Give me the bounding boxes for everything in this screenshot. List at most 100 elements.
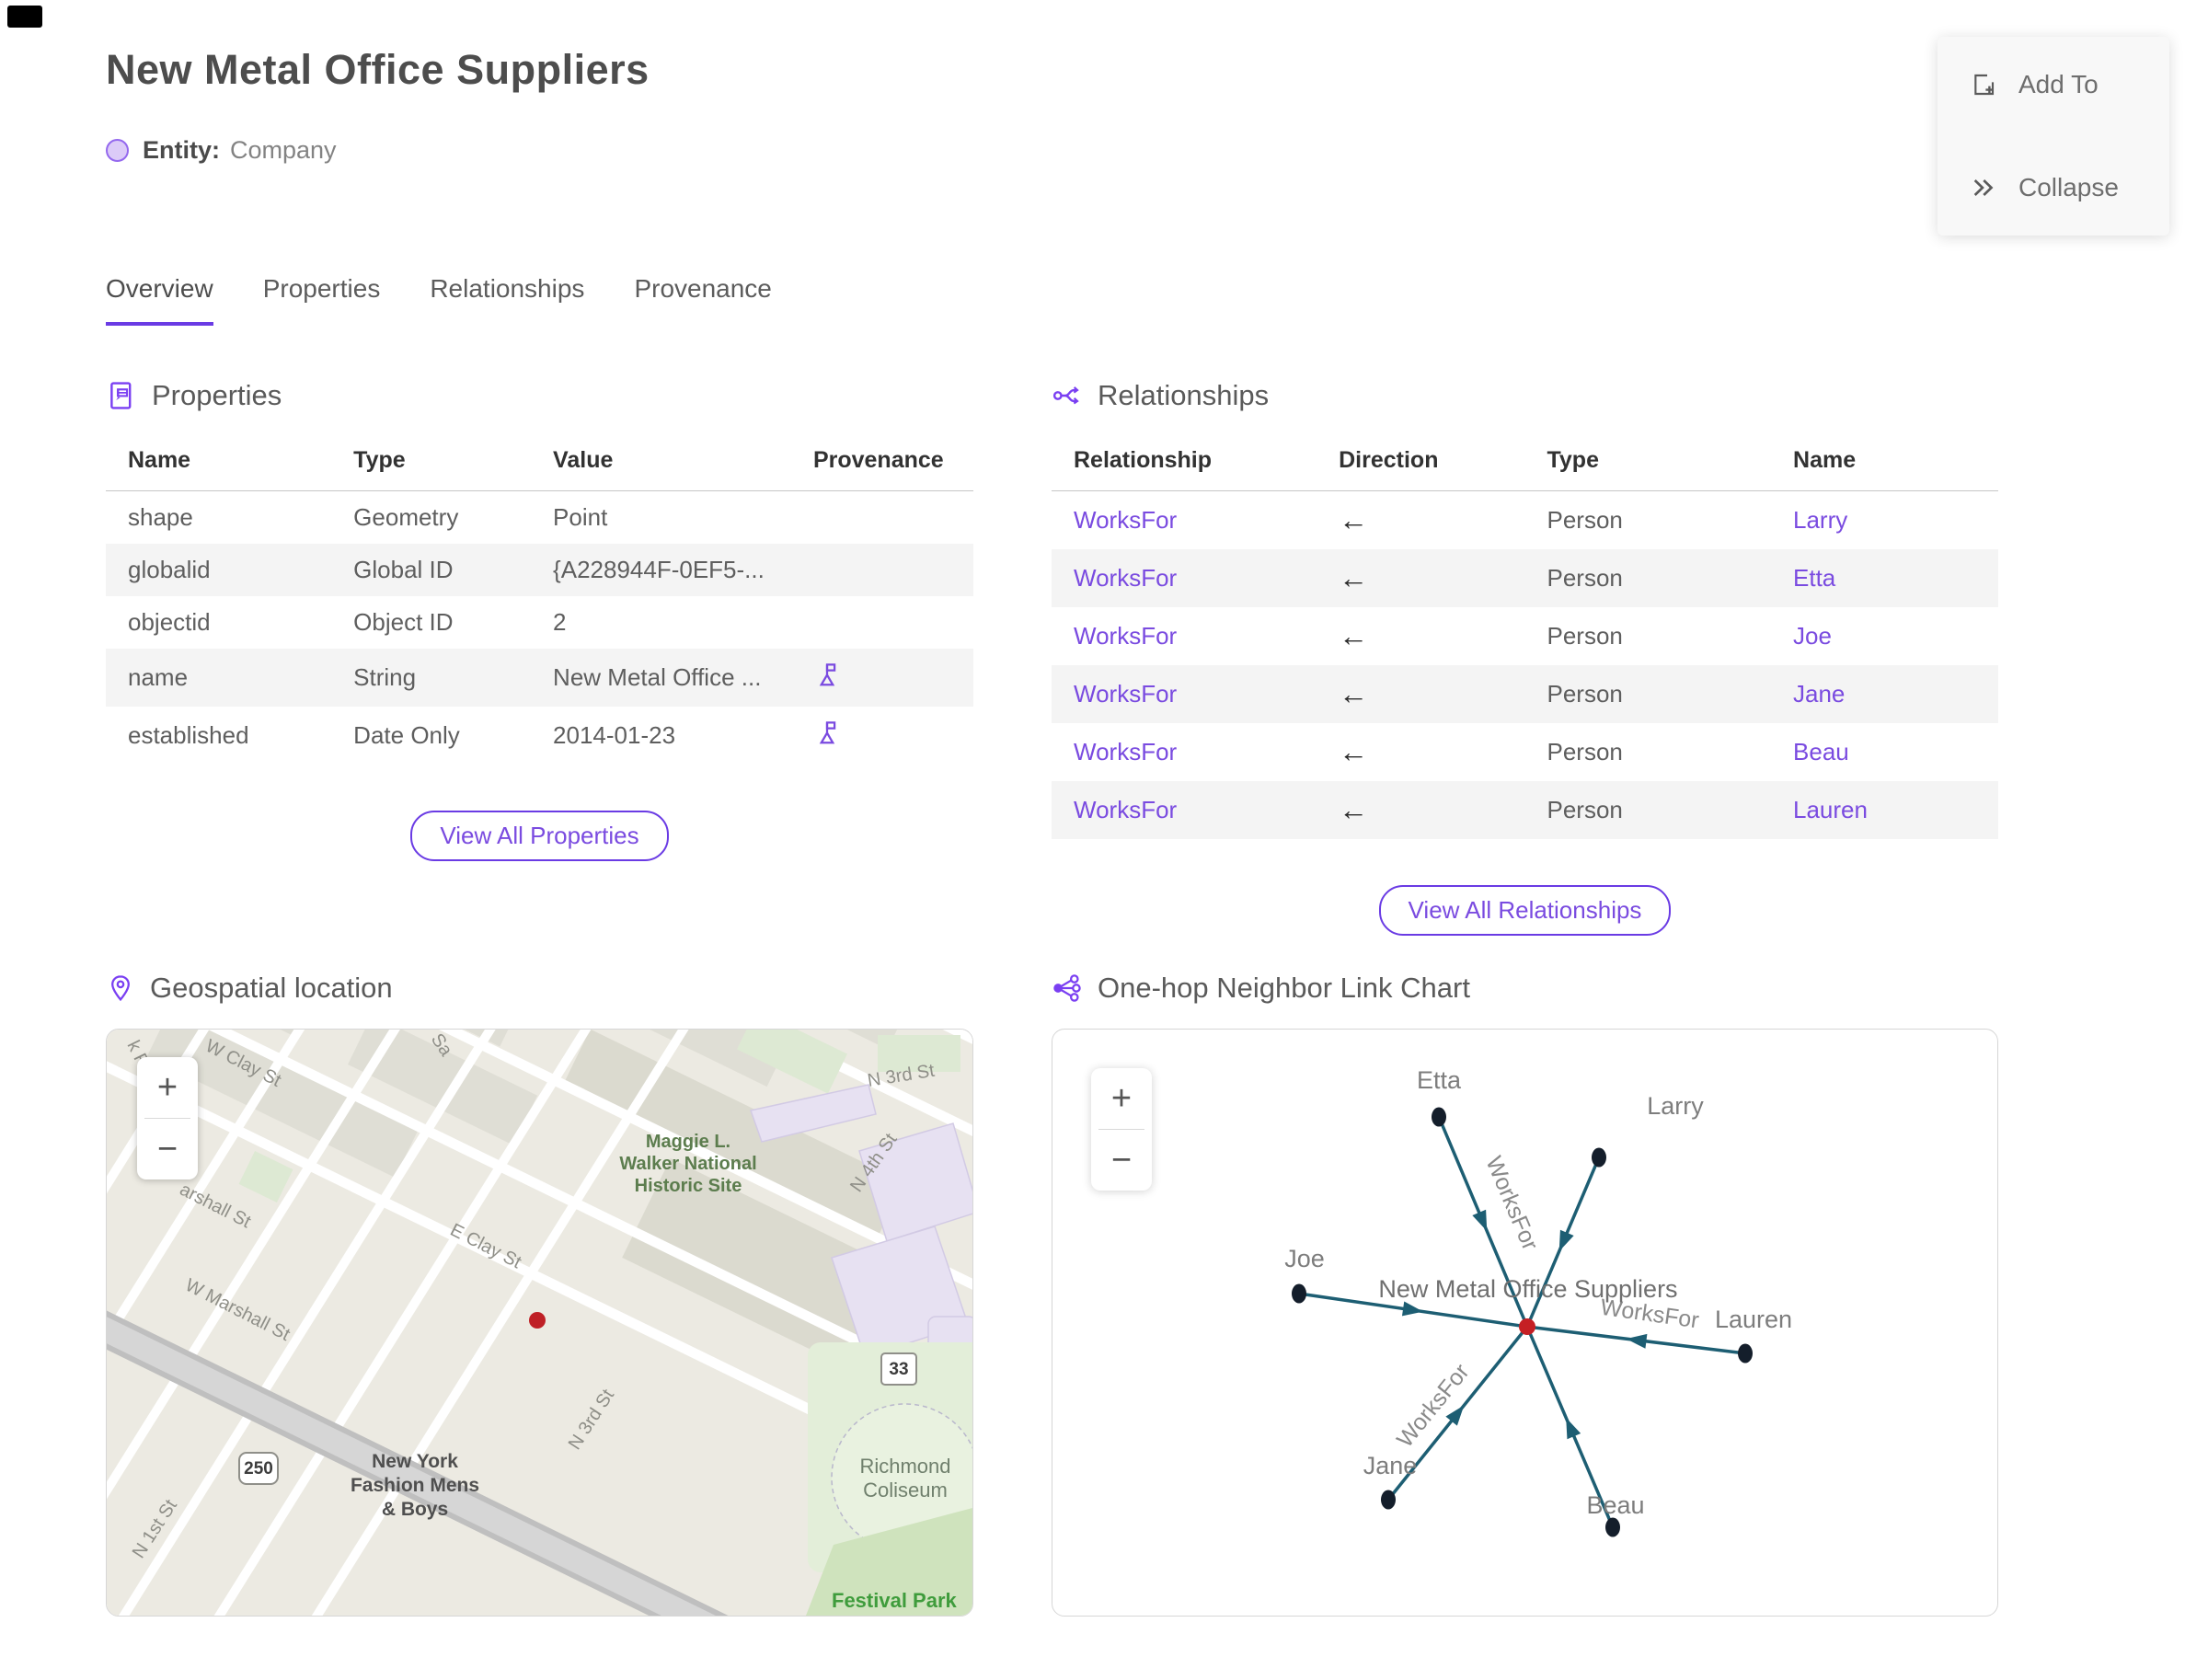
property-value: {A228944F-0EF5-... xyxy=(553,556,765,583)
graph-node[interactable] xyxy=(1592,1147,1606,1168)
property-row: globalid Global ID {A228944F-0EF5-... xyxy=(106,544,973,596)
relationships-section: Relationships Relationship Direction Typ… xyxy=(1052,379,1998,936)
map-location-marker[interactable] xyxy=(529,1312,546,1329)
map-panel[interactable]: + − k W Clay St Sa arshall St W Marshall… xyxy=(106,1029,973,1617)
map-label-maggie-line2: Walker National xyxy=(619,1154,756,1174)
actions-panel: Add To Collapse xyxy=(1938,37,2169,236)
col-header-name: Name xyxy=(1771,436,1998,491)
relationship-row: WorksFor ← Person Jane xyxy=(1052,665,1998,723)
chart-zoom-in-button[interactable]: + xyxy=(1091,1068,1152,1129)
tab-overview[interactable]: Overview xyxy=(106,274,213,326)
graph-edge-arrow xyxy=(1566,1417,1581,1440)
route-shield-33: 33 xyxy=(880,1352,917,1386)
property-value: 2 xyxy=(553,608,567,636)
tab-relationships[interactable]: Relationships xyxy=(430,274,584,326)
properties-section: Properties Name Type Value Provenance sh… xyxy=(106,379,973,861)
tab-properties[interactable]: Properties xyxy=(263,274,381,326)
view-all-properties-button[interactable]: View All Properties xyxy=(410,811,669,861)
properties-section-title: Properties xyxy=(152,379,282,411)
map-zoom-out-button[interactable]: − xyxy=(137,1119,198,1179)
geospatial-section-header: Geospatial location xyxy=(106,972,973,1005)
property-type: String xyxy=(353,663,417,691)
col-header-relationship: Relationship xyxy=(1052,436,1317,491)
property-value: New Metal Office ... xyxy=(553,663,762,691)
property-value: 2014-01-23 xyxy=(553,721,676,749)
properties-section-header: Properties xyxy=(106,379,973,412)
collapse-label: Collapse xyxy=(2018,173,2119,201)
relationships-header-row: Relationship Direction Type Name xyxy=(1052,436,1998,491)
collapse-button[interactable]: Collapse xyxy=(1938,166,2169,210)
link-chart-svg: WorksForWorksForWorksForEttaLarryJoeLaur… xyxy=(1284,1066,1792,1537)
direction-arrow: ← xyxy=(1339,735,1369,768)
collapse-icon xyxy=(1973,179,1994,196)
graph-node[interactable] xyxy=(1738,1343,1753,1364)
related-entity-link[interactable]: Beau xyxy=(1771,723,1998,781)
graph-node[interactable] xyxy=(1432,1107,1446,1127)
relationship-link[interactable]: WorksFor xyxy=(1052,781,1317,839)
add-to-label: Add To xyxy=(2018,70,2099,98)
property-row: objectid Object ID 2 xyxy=(106,596,973,649)
col-header-type: Type xyxy=(331,436,532,491)
map-label-nyfmb-line3: & Boys xyxy=(382,1499,448,1520)
relationship-type: Person xyxy=(1547,680,1623,708)
property-provenance xyxy=(791,596,973,649)
view-all-relationships-button[interactable]: View All Relationships xyxy=(1378,885,1672,936)
relationship-link[interactable]: WorksFor xyxy=(1052,723,1317,781)
link-chart-section-title: One-hop Neighbor Link Chart xyxy=(1098,972,1470,1004)
map-pin-icon xyxy=(111,975,130,1002)
related-entity-link[interactable]: Jane xyxy=(1771,665,1998,723)
link-chart-panel[interactable]: + − WorksFor WorksFor WorksFor Etta Larry Joe… xyxy=(1052,1029,1998,1617)
entity-page: New Metal Office Suppliers Entity: Compa… xyxy=(0,0,2208,1680)
map-label-richmond-line1: Richmond xyxy=(859,1455,950,1478)
graph-node-label: Etta xyxy=(1417,1066,1462,1094)
chart-zoom-out-button[interactable]: − xyxy=(1091,1130,1152,1191)
relationship-link[interactable]: WorksFor xyxy=(1052,549,1317,607)
property-type: Date Only xyxy=(353,721,460,749)
relationship-type: Person xyxy=(1547,622,1623,650)
provenance-flag-icon[interactable] xyxy=(813,719,841,746)
graph-edge-arrow xyxy=(1558,1229,1574,1252)
relationships-section-title: Relationships xyxy=(1098,379,1270,411)
direction-arrow: ← xyxy=(1339,677,1369,710)
graph-node[interactable] xyxy=(1292,1283,1306,1304)
add-to-button[interactable]: Add To xyxy=(1938,63,2169,107)
add-to-icon xyxy=(1974,74,1995,96)
graph-node-label: Lauren xyxy=(1715,1306,1792,1333)
relationship-link[interactable]: WorksFor xyxy=(1052,491,1317,550)
related-entity-link[interactable]: Joe xyxy=(1771,607,1998,665)
direction-arrow: ← xyxy=(1339,503,1369,536)
provenance-flag-icon[interactable] xyxy=(813,661,841,688)
graph-node-label: Beau xyxy=(1586,1491,1644,1519)
graph-node[interactable] xyxy=(1381,1490,1396,1510)
tab-provenance[interactable]: Provenance xyxy=(634,274,771,326)
map-label-festival-park: Festival Park xyxy=(832,1589,958,1612)
relationship-link[interactable]: WorksFor xyxy=(1052,665,1317,723)
related-entity-link[interactable]: Larry xyxy=(1771,491,1998,550)
graph-node[interactable] xyxy=(1605,1517,1620,1537)
graph-edge-arrow xyxy=(1472,1209,1488,1232)
related-entity-link[interactable]: Etta xyxy=(1771,549,1998,607)
property-name: name xyxy=(128,663,189,691)
relationship-row: WorksFor ← Person Etta xyxy=(1052,549,1998,607)
map-zoom-control: + − xyxy=(137,1057,198,1179)
relationship-row: WorksFor ← Person Larry xyxy=(1052,491,1998,550)
col-header-value: Value xyxy=(531,436,791,491)
property-name: globalid xyxy=(128,556,211,583)
property-row: name String New Metal Office ... xyxy=(106,649,973,707)
relationship-type: Person xyxy=(1547,564,1623,592)
related-entity-link[interactable]: Lauren xyxy=(1771,781,1998,839)
entity-value: Company xyxy=(230,136,337,164)
relationships-table-body: WorksFor ← Person Larry WorksFor ← Person Etta W… xyxy=(1052,491,1998,839)
graph-center-node[interactable] xyxy=(1519,1318,1535,1335)
entity-type-row: Entity: Company xyxy=(106,136,337,165)
link-chart-section: One-hop Neighbor Link Chart + − WorksFor… xyxy=(1052,972,1998,1617)
relationship-link[interactable]: WorksFor xyxy=(1052,607,1317,665)
properties-icon xyxy=(110,382,132,409)
relationships-section-header: Relationships xyxy=(1052,379,1998,412)
map-zoom-in-button[interactable]: + xyxy=(137,1057,198,1118)
property-name: objectid xyxy=(128,608,211,636)
property-provenance xyxy=(791,544,973,596)
route-shield-250: 250 xyxy=(238,1452,279,1485)
map-label-nyfmb-line2: Fashion Mens xyxy=(351,1475,479,1496)
property-value: Point xyxy=(553,503,608,531)
